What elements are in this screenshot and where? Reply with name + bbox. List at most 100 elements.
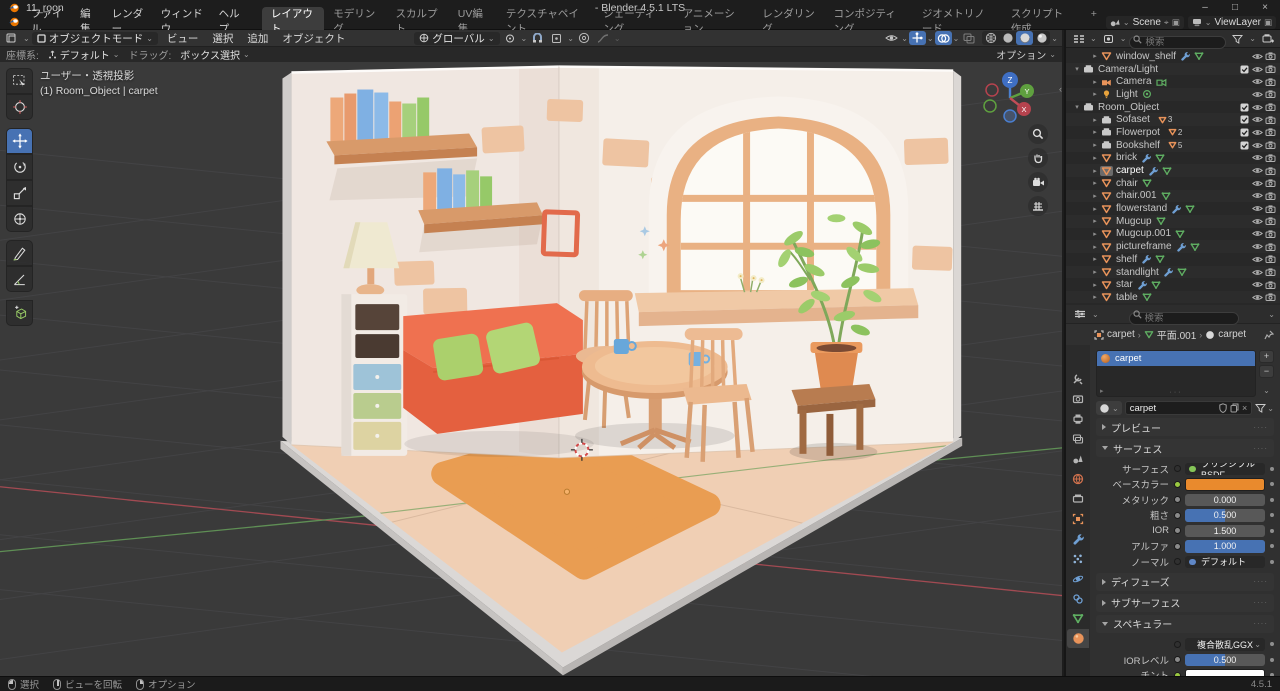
browse-material-button[interactable]: ⌄ — [1096, 401, 1122, 415]
disable-render-icon[interactable] — [1264, 267, 1277, 277]
color-swatch[interactable] — [1185, 478, 1265, 491]
expand-icon[interactable]: ▸ — [1090, 141, 1100, 149]
proportional-falloff-button[interactable] — [595, 31, 612, 45]
hide-eye-icon[interactable] — [1251, 103, 1264, 112]
material-property-row[interactable]: ベースカラー — [1096, 477, 1274, 493]
outliner-row[interactable]: ▸ Mugcup.001 — [1066, 228, 1280, 241]
expand-icon[interactable]: ▸ — [1090, 281, 1100, 289]
material-slot[interactable]: carpet — [1097, 351, 1255, 366]
expand-icon[interactable]: ▸ — [1090, 230, 1100, 238]
pin-icon[interactable] — [1264, 330, 1274, 340]
expand-icon[interactable]: ▸ — [1090, 128, 1100, 136]
tool-cursor[interactable] — [6, 94, 33, 120]
hide-eye-icon[interactable] — [1251, 166, 1264, 175]
remove-material-slot-button[interactable]: − — [1259, 365, 1274, 378]
breadcrumb-mesh[interactable]: 平面.001 — [1157, 327, 1196, 342]
tool-select-box[interactable] — [6, 68, 33, 94]
outliner-row[interactable]: ▸ chair — [1066, 177, 1280, 190]
expand-icon[interactable]: ▸ — [1090, 293, 1100, 301]
tool-measure[interactable] — [6, 266, 33, 292]
hide-eye-icon[interactable] — [1251, 229, 1264, 238]
expand-icon[interactable]: ▸ — [1090, 243, 1100, 251]
disable-render-icon[interactable] — [1264, 204, 1277, 214]
disable-render-icon[interactable] — [1264, 89, 1277, 99]
scene-render[interactable] — [0, 62, 1062, 676]
tab-object-data[interactable] — [1067, 609, 1089, 628]
disable-render-icon[interactable] — [1264, 102, 1277, 112]
object-visibility-button[interactable] — [883, 31, 900, 45]
breadcrumb-object[interactable]: carpet — [1107, 329, 1135, 340]
collection-checkbox[interactable] — [1238, 65, 1251, 74]
viewport-menu-item[interactable]: 選択 — [205, 31, 240, 46]
material-property-row[interactable]: サーフェス プリンシプルBSDF — [1096, 461, 1274, 477]
tab-particles[interactable] — [1067, 549, 1089, 568]
value-slider[interactable]: 0.500 — [1185, 654, 1265, 667]
pan-view-icon[interactable] — [1028, 148, 1048, 168]
collection-checkbox[interactable] — [1238, 141, 1251, 150]
breadcrumb-material[interactable]: carpet — [1218, 329, 1246, 340]
xray-toggle[interactable] — [960, 31, 977, 45]
editor-type-button[interactable] — [4, 31, 21, 45]
hide-eye-icon[interactable] — [1251, 255, 1264, 264]
disable-render-icon[interactable] — [1264, 77, 1277, 87]
shading-solid-button[interactable] — [999, 31, 1016, 45]
drag-mode-selector[interactable]: ボックス選択⌄ — [175, 48, 254, 61]
hide-eye-icon[interactable] — [1251, 115, 1264, 124]
hide-eye-icon[interactable] — [1251, 191, 1264, 200]
gizmo-neg-z[interactable] — [1004, 110, 1016, 122]
window-minimize-button[interactable]: – — [1190, 0, 1220, 15]
material-name-field[interactable]: carpet × — [1125, 401, 1253, 415]
hide-eye-icon[interactable] — [1251, 153, 1264, 162]
material-slot-list[interactable]: carpet ▸ ··· — [1096, 350, 1256, 397]
expand-icon[interactable]: ▸ — [1090, 217, 1100, 225]
expand-icon[interactable]: ▾ — [1072, 65, 1082, 73]
tool-add-primitive[interactable] — [6, 300, 33, 326]
expand-icon[interactable]: ▸ — [1090, 192, 1100, 200]
new-collection-button[interactable] — [1259, 32, 1276, 46]
disable-render-icon[interactable] — [1264, 115, 1277, 125]
value-field[interactable]: デフォルト — [1185, 556, 1265, 569]
outliner-row[interactable]: ▸ Sofaset — [1066, 113, 1280, 126]
tab-modifiers[interactable] — [1067, 529, 1089, 548]
outliner-row[interactable]: ▸ standlight — [1066, 266, 1280, 279]
viewport-options-dropdown[interactable]: オプション⌄ — [996, 47, 1056, 62]
outliner-row[interactable]: ▸ Flowerpot — [1066, 126, 1280, 139]
expand-icon[interactable]: ▾ — [1072, 103, 1082, 111]
tool-move[interactable] — [6, 128, 33, 154]
expand-icon[interactable]: ▸ — [1090, 154, 1100, 162]
hide-eye-icon[interactable] — [1251, 204, 1264, 213]
collection-checkbox[interactable] — [1238, 103, 1251, 112]
material-property-row[interactable]: ノーマル デフォルト — [1096, 554, 1274, 570]
scene-selector[interactable]: ⌄ Scene ⌖ ▣ — [1106, 16, 1184, 29]
navigation-gizmo[interactable]: Z Y X — [978, 68, 1042, 126]
tab-tool[interactable] — [1067, 369, 1089, 388]
outliner-editor-type-button[interactable] — [1070, 32, 1087, 46]
panel-diffuse[interactable]: ディフューズ — [1096, 573, 1274, 591]
hide-eye-icon[interactable] — [1251, 280, 1264, 289]
collection-checkbox[interactable] — [1238, 115, 1251, 124]
outliner-display-mode-button[interactable] — [1100, 32, 1117, 46]
outliner-row[interactable]: ▸ Camera — [1066, 75, 1280, 88]
outliner-row[interactable]: ▸ Bookshelf — [1066, 139, 1280, 152]
disable-render-icon[interactable] — [1264, 166, 1277, 176]
disable-render-icon[interactable] — [1264, 51, 1277, 61]
hide-eye-icon[interactable] — [1251, 242, 1264, 251]
transform-orientation-selector[interactable]: グローバル⌄ — [414, 32, 499, 45]
coord-system-selector[interactable]: デフォルト⌄ — [43, 48, 125, 61]
show-gizmo-toggle[interactable] — [909, 31, 926, 45]
window-close-button[interactable]: × — [1250, 0, 1280, 15]
disable-render-icon[interactable] — [1264, 140, 1277, 150]
disable-render-icon[interactable] — [1264, 216, 1277, 226]
outliner-row[interactable]: ▸ carpet — [1066, 164, 1280, 177]
material-property-row[interactable]: IORレベル 0.500 — [1096, 652, 1274, 668]
shading-wireframe-button[interactable] — [982, 31, 999, 45]
gizmo-neg-y[interactable] — [984, 100, 996, 112]
disable-render-icon[interactable] — [1264, 254, 1277, 264]
show-overlays-toggle[interactable] — [935, 31, 952, 45]
panel-subsurface[interactable]: サブサーフェス — [1096, 594, 1274, 612]
sidebar-collapse-arrow[interactable]: ‹ — [1059, 84, 1062, 94]
outliner-row[interactable]: ▸ star — [1066, 278, 1280, 291]
disable-render-icon[interactable] — [1264, 127, 1277, 137]
expand-icon[interactable]: ▸ — [1090, 116, 1100, 124]
expand-icon[interactable]: ▸ — [1090, 52, 1100, 60]
